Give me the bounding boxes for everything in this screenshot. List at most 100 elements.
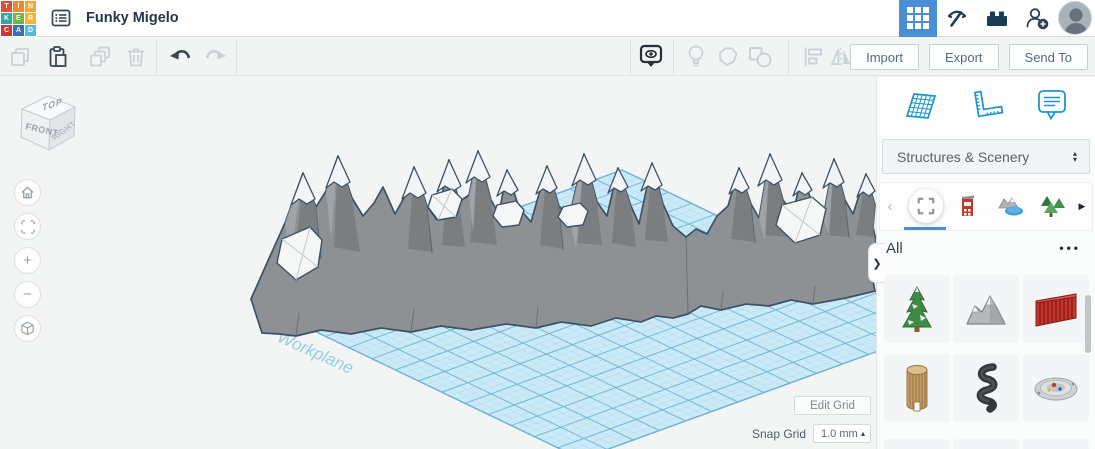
snap-grid-label: Snap Grid	[751, 426, 806, 441]
shape-tile-log-tower[interactable]	[884, 354, 950, 422]
selected-category-underline	[904, 227, 946, 230]
section-header-row: All •••	[877, 233, 1095, 263]
section-header: All	[886, 239, 903, 257]
light-button[interactable]	[678, 41, 714, 73]
scroller-right-button[interactable]: ▶	[1074, 183, 1090, 230]
duplicate-button[interactable]	[82, 41, 118, 73]
pond-icon	[1034, 377, 1078, 401]
show-all-button[interactable]	[633, 41, 669, 73]
scene-3d[interactable]: Workplane	[0, 77, 877, 449]
logo-letter: C	[1, 24, 12, 36]
rock-mountain-icon	[966, 295, 1006, 325]
person-add-icon	[1026, 8, 1049, 30]
shape-tile[interactable]	[953, 439, 1019, 449]
logo-letter: K	[1, 12, 12, 24]
apps-menu-button[interactable]	[899, 0, 937, 37]
snap-grid-select[interactable]: 1.0 mm ▴	[813, 424, 871, 443]
redo-button[interactable]	[197, 41, 233, 73]
edit-grid-button[interactable]: Edit Grid	[794, 396, 871, 415]
delete-button[interactable]	[118, 41, 154, 73]
shape-tiles	[877, 274, 1095, 449]
redo-icon	[205, 50, 226, 60]
export-button[interactable]: Export	[928, 44, 999, 70]
category-dropdown[interactable]: Structures & Scenery ▴ ▾	[882, 139, 1090, 174]
plus-icon: +	[23, 252, 32, 269]
user-avatar[interactable]	[1058, 1, 1092, 35]
lightbulb-icon	[688, 45, 704, 67]
send-to-button[interactable]: Send To	[1008, 44, 1088, 70]
shape-tile-rock-mountain[interactable]	[953, 275, 1019, 343]
paste-button[interactable]	[40, 41, 76, 73]
minecraft-export-button[interactable]	[937, 0, 977, 37]
apps-grid-icon	[907, 7, 929, 29]
duplicate-icon	[90, 46, 110, 67]
panel-scrollbar[interactable]	[1085, 295, 1091, 353]
zoom-out-button[interactable]: −	[14, 281, 41, 308]
panel-tool-icons	[877, 77, 1095, 135]
perspective-toggle-button[interactable]	[14, 315, 41, 342]
design-properties-button[interactable]	[48, 5, 74, 31]
category-scenery-button[interactable]	[994, 189, 1028, 223]
top-bar: T I N K E R C A D Funky Migelo	[0, 0, 1095, 37]
dropdown-up-icon: ▴	[860, 429, 865, 438]
shape-tile[interactable]	[1023, 439, 1089, 449]
shape-tile-spiral[interactable]	[953, 354, 1019, 422]
category-all-icon	[917, 197, 935, 215]
spiral-icon	[976, 363, 998, 413]
section-options-button[interactable]: •••	[1059, 241, 1081, 255]
notes-tool-button[interactable]	[1031, 85, 1073, 128]
toolbar-separator	[236, 40, 237, 74]
ruler-tool-icon	[973, 90, 1004, 117]
view-cube[interactable]: TOP FRONT RIGHT	[12, 87, 84, 161]
undo-button[interactable]	[163, 41, 199, 73]
grid-controls: Edit Grid Snap Grid 1.0 mm ▴	[751, 396, 871, 443]
home-view-button[interactable]	[14, 179, 41, 206]
logo-letter: E	[13, 12, 24, 24]
pine-tree-icon	[902, 285, 932, 332]
undo-icon	[170, 50, 191, 60]
category-buildings-button[interactable]	[951, 189, 985, 223]
logo-letter: T	[1, 0, 12, 12]
brick-icon	[987, 11, 1007, 26]
tinkercad-logo[interactable]: T I N K E R C A D	[0, 0, 37, 37]
copy-button[interactable]	[2, 41, 38, 73]
category-buildings-icon	[962, 195, 974, 216]
toolbar-separator	[788, 40, 789, 74]
ungroup-icon	[749, 47, 772, 68]
trash-icon	[128, 48, 144, 67]
invite-collaborate-button[interactable]	[1017, 0, 1057, 37]
category-all-button[interactable]	[909, 189, 943, 223]
ruler-tool-button[interactable]	[965, 85, 1007, 128]
workplane-tool-icon	[901, 87, 939, 123]
view-nav-buttons: + −	[14, 179, 41, 342]
shape-tile-red-wall[interactable]	[1023, 275, 1089, 343]
shape-tile[interactable]	[884, 439, 950, 449]
ungroup-button[interactable]	[742, 41, 778, 73]
minus-icon: −	[23, 286, 32, 303]
logo-letter: I	[13, 0, 24, 12]
logo-letter: N	[25, 0, 36, 12]
category-trees-button[interactable]	[1036, 189, 1070, 223]
red-wall-icon	[1035, 293, 1077, 327]
fit-view-button[interactable]	[14, 213, 41, 240]
shape-tile-pond[interactable]	[1023, 354, 1089, 422]
panel-collapse-button[interactable]: ❯	[868, 243, 885, 283]
toolbar-separator	[156, 40, 157, 74]
toolbar-separator	[630, 40, 631, 74]
group-button[interactable]	[710, 41, 746, 73]
tinkercad-app: T I N K E R C A D Funky Migelo Import Ex…	[0, 0, 1095, 449]
edit-toolbar: Import Export Send To	[0, 38, 1095, 76]
shape-tile-pine-tree[interactable]	[884, 275, 950, 343]
group-icon	[719, 47, 738, 66]
workplane-tool-button[interactable]	[899, 85, 941, 128]
category-scenery-icon	[998, 197, 1023, 216]
brick-builds-button[interactable]	[977, 0, 1017, 37]
zoom-in-button[interactable]: +	[14, 247, 41, 274]
import-button[interactable]: Import	[850, 44, 919, 70]
design-canvas[interactable]: Workplane TOP FRONT RIGHT + − Edit Grid …	[0, 77, 877, 449]
design-title[interactable]: Funky Migelo	[86, 10, 179, 26]
category-dropdown-value: Structures & Scenery	[897, 148, 1030, 165]
scroller-left-button[interactable]: ‹	[882, 183, 898, 230]
logo-letter: A	[13, 24, 24, 36]
perspective-cube-icon	[21, 321, 34, 336]
